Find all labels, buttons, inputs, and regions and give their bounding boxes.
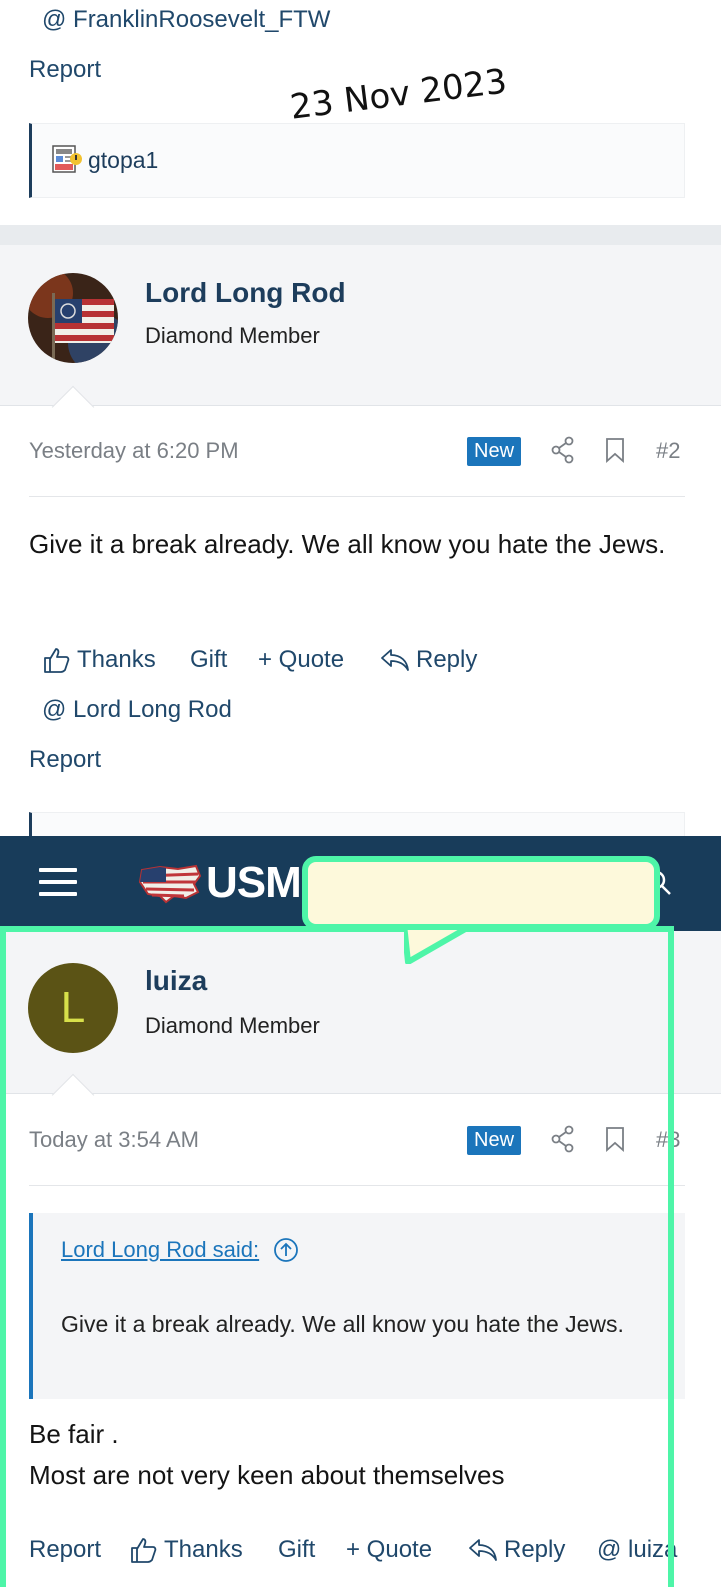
avatar[interactable] [28,273,118,363]
news-fake-icon [52,144,82,174]
post-number[interactable]: #2 [656,438,680,464]
signature-username[interactable]: gtopa1 [88,147,158,174]
report-link[interactable]: Report [29,746,101,774]
highlight-frame [0,926,674,1587]
mention-link[interactable]: @ FranklinRoosevelt_FTW [42,6,330,34]
divider [29,496,685,497]
thumbs-up-icon [44,648,70,673]
hamburger-menu-icon[interactable] [39,868,77,904]
new-badge: New [467,437,522,466]
redaction-callout [302,856,660,930]
thanks-label: Thanks [77,646,156,673]
bookmark-icon[interactable] [604,437,626,468]
quote-button[interactable]: + Quote [258,646,344,674]
post-header: Lord Long Rod Diamond Member [0,245,721,406]
signature-box: gtopa1 [29,123,685,198]
post-timestamp[interactable]: Yesterday at 6:20 PM [29,438,239,464]
us-map-flag-icon[interactable] [138,862,202,909]
callout-tail [401,921,478,969]
reply-button[interactable]: Reply [380,646,477,674]
post-separator [0,225,721,245]
mention-link[interactable]: @ Lord Long Rod [42,696,232,724]
report-link[interactable]: Report [29,56,101,84]
username[interactable]: Lord Long Rod [145,277,346,309]
post-message: Give it a break already. We all know you… [29,529,666,559]
share-icon[interactable] [550,436,576,469]
site-logo-text[interactable]: USMI [206,858,313,908]
report-label: Report [29,746,102,773]
gift-label: Gift [190,646,228,673]
date-stamp: 23 Nov 2023 [288,61,510,128]
gift-button[interactable]: Gift [190,646,227,674]
thanks-button[interactable]: Thanks [43,646,156,674]
user-title: Diamond Member [145,323,320,348]
quote-label: + Quote [258,646,345,673]
mention-label: @ Lord Long Rod [42,696,232,723]
reply-icon [381,649,409,671]
reply-label: Reply [416,646,478,673]
